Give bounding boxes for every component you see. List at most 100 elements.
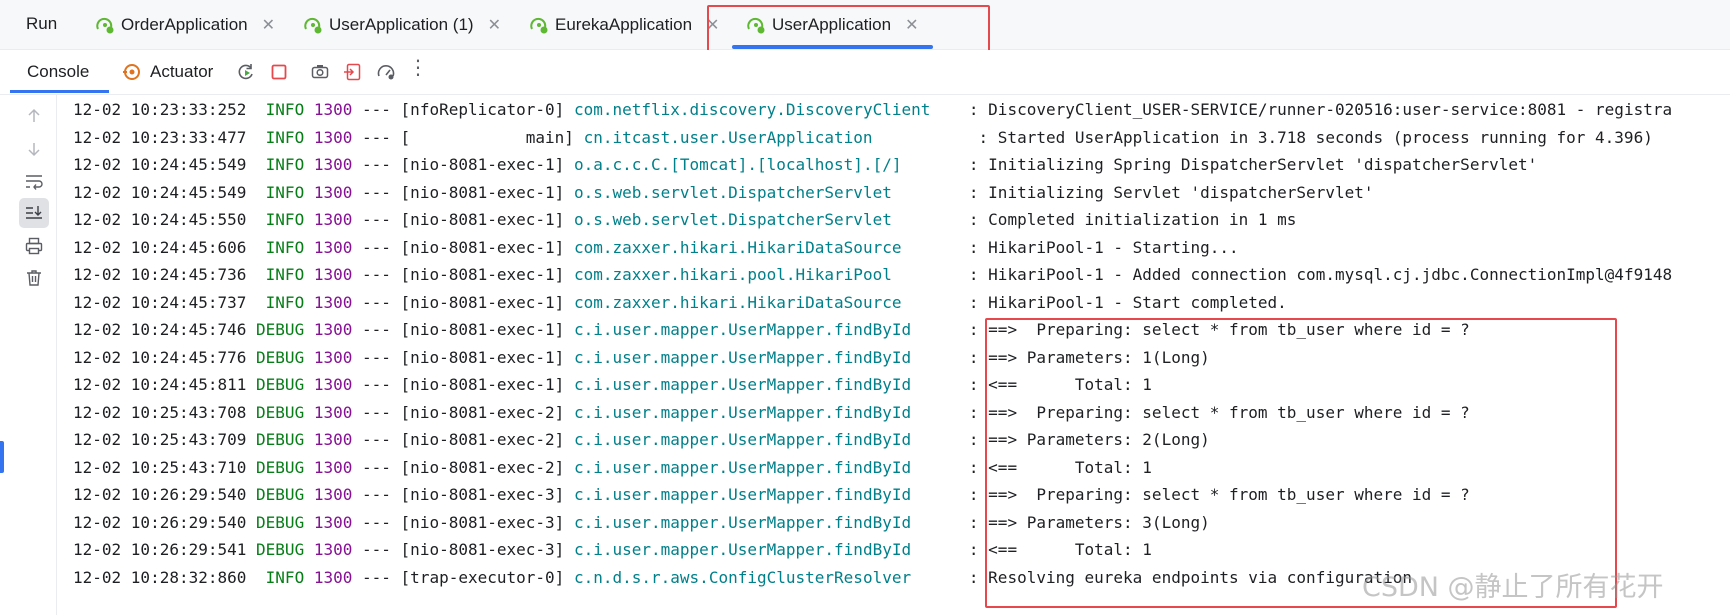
log-line: 12-02 10:24:45:737 INFO 1300 --- [nio-80… <box>73 289 1730 317</box>
tab-console[interactable]: Console <box>27 50 89 94</box>
log-logger: c.i.user.mapper.UserMapper.findById <box>573 512 960 532</box>
active-tab-indicator <box>732 45 933 49</box>
log-thread: [nio-8081-exec-1] <box>400 347 565 367</box>
log-message: : Initializing Spring DispatcherServlet … <box>968 155 1538 174</box>
log-thread: [ main] <box>400 127 574 147</box>
log-logger: com.zaxxer.hikari.pool.HikariPool <box>573 265 960 284</box>
close-icon[interactable]: ✕ <box>488 15 501 35</box>
log-pid: 1300 <box>313 512 353 532</box>
log-timestamp: 12-02 10:25:43:708 <box>73 402 247 422</box>
log-line: 12-02 10:24:45:811 DEBUG 1300 --- [nio-8… <box>73 371 1730 399</box>
log-line: 12-02 10:24:45:549 INFO 1300 --- [nio-80… <box>73 179 1730 207</box>
tab-label: UserApplication <box>772 14 892 34</box>
arrow-down-icon[interactable] <box>24 139 44 159</box>
log-level: INFO <box>256 155 305 174</box>
log-logger: c.i.user.mapper.UserMapper.findById <box>573 485 960 504</box>
profiler-icon[interactable] <box>376 62 396 82</box>
close-icon[interactable]: ✕ <box>706 15 719 35</box>
log-thread: [trap-executor-0] <box>400 567 565 587</box>
log-logger: o.a.c.c.C.[Tomcat].[localhost].[/] <box>573 155 960 174</box>
log-pid: 1300 <box>313 127 353 147</box>
log-pid: 1300 <box>313 457 353 477</box>
stop-icon[interactable] <box>269 62 289 82</box>
log-timestamp: 12-02 10:24:45:606 <box>73 237 247 257</box>
log-line: 12-02 10:23:33:477 INFO 1300 --- [ main]… <box>73 124 1730 152</box>
log-line: 12-02 10:24:45:549 INFO 1300 --- [nio-80… <box>73 151 1730 179</box>
log-timestamp: 12-02 10:24:45:736 <box>73 265 247 284</box>
log-pid: 1300 <box>313 485 353 504</box>
log-timestamp: 12-02 10:24:45:550 <box>73 210 247 229</box>
tab-label: OrderApplication <box>121 14 248 34</box>
tab-eureka-application[interactable]: EurekaApplication ✕ <box>529 0 719 49</box>
log-pid: 1300 <box>313 430 353 449</box>
log-pid: 1300 <box>313 292 353 312</box>
log-line: 12-02 10:25:43:709 DEBUG 1300 --- [nio-8… <box>73 426 1730 454</box>
actuator-tab-label: Actuator <box>150 62 214 81</box>
print-icon[interactable] <box>24 236 44 256</box>
log-level: INFO <box>256 567 305 587</box>
close-icon[interactable]: ✕ <box>905 15 918 35</box>
log-logger: c.n.d.s.r.aws.ConfigClusterResolver <box>573 567 960 587</box>
log-separator: --- <box>352 237 401 257</box>
log-message: : HikariPool-1 - Starting... <box>968 237 1239 257</box>
rerun-icon[interactable] <box>236 62 256 82</box>
log-logger: com.zaxxer.hikari.HikariDataSource <box>573 292 960 312</box>
log-line: 12-02 10:25:43:710 DEBUG 1300 --- [nio-8… <box>73 454 1730 482</box>
more-options-icon[interactable]: ⋮ <box>408 58 428 78</box>
log-message: : <== Total: 1 <box>968 540 1152 559</box>
log-level: DEBUG <box>256 375 305 394</box>
log-message: : DiscoveryClient_USER-SERVICE/runner-02… <box>968 100 1673 119</box>
close-icon[interactable]: ✕ <box>262 15 275 35</box>
restore-layout-icon[interactable] <box>343 62 363 82</box>
log-thread: [nio-8081-exec-1] <box>400 320 565 339</box>
log-separator: --- <box>352 430 401 449</box>
log-message: : ==> Parameters: 2(Long) <box>968 430 1210 449</box>
log-thread: [nio-8081-exec-1] <box>400 237 565 257</box>
log-thread: [nio-8081-exec-1] <box>400 265 565 284</box>
log-timestamp: 12-02 10:26:29:541 <box>73 540 247 559</box>
run-tabs-bar: Run OrderApplication ✕ UserApplication (… <box>0 0 1730 50</box>
log-level: DEBUG <box>256 512 305 532</box>
log-level: DEBUG <box>256 347 305 367</box>
scroll-to-end-icon[interactable] <box>24 203 44 223</box>
tab-order-application[interactable]: OrderApplication ✕ <box>95 0 275 49</box>
log-level: INFO <box>256 127 305 147</box>
clear-all-icon[interactable] <box>24 268 44 288</box>
log-separator: --- <box>352 210 401 229</box>
log-thread: [nio-8081-exec-2] <box>400 457 565 477</box>
log-pid: 1300 <box>313 210 353 229</box>
screenshot-icon[interactable] <box>310 62 330 82</box>
log-logger: c.i.user.mapper.UserMapper.findById <box>573 347 960 367</box>
arrow-up-icon[interactable] <box>24 106 44 126</box>
log-separator: --- <box>352 127 401 147</box>
tab-user-application[interactable]: UserApplication ✕ <box>746 0 918 49</box>
run-panel-title: Run <box>26 14 58 33</box>
log-logger: com.netflix.discovery.DiscoveryClient <box>573 100 960 119</box>
log-separator: --- <box>352 457 401 477</box>
spring-boot-app-icon <box>530 17 548 33</box>
log-timestamp: 12-02 10:25:43:709 <box>73 430 247 449</box>
console-gutter <box>0 95 57 615</box>
soft-wrap-icon[interactable] <box>24 171 44 191</box>
log-pid: 1300 <box>313 237 353 257</box>
log-separator: --- <box>352 155 401 174</box>
log-separator: --- <box>352 567 401 587</box>
tab-actuator[interactable]: Actuator <box>122 50 213 94</box>
log-line: 12-02 10:24:45:776 DEBUG 1300 --- [nio-8… <box>73 344 1730 372</box>
left-edge-marker <box>0 441 4 473</box>
tab-user-application-1[interactable]: UserApplication (1) ✕ <box>303 0 501 49</box>
log-pid: 1300 <box>313 402 353 422</box>
log-pid: 1300 <box>313 567 353 587</box>
log-logger: o.s.web.servlet.DispatcherServlet <box>573 182 960 202</box>
log-logger: c.i.user.mapper.UserMapper.findById <box>573 457 960 477</box>
log-timestamp: 12-02 10:23:33:252 <box>73 100 247 119</box>
log-timestamp: 12-02 10:23:33:477 <box>73 127 247 147</box>
log-line: 12-02 10:26:29:541 DEBUG 1300 --- [nio-8… <box>73 536 1730 564</box>
log-timestamp: 12-02 10:26:29:540 <box>73 512 247 532</box>
log-thread: [nio-8081-exec-1] <box>400 375 565 394</box>
console-output[interactable]: 12-02 10:23:33:252 INFO 1300 --- [nfoRep… <box>73 96 1730 591</box>
log-thread: [nio-8081-exec-2] <box>400 402 565 422</box>
log-logger: com.zaxxer.hikari.HikariDataSource <box>573 237 960 257</box>
spring-boot-app-icon <box>96 17 114 33</box>
log-message: : HikariPool-1 - Start completed. <box>968 292 1287 312</box>
